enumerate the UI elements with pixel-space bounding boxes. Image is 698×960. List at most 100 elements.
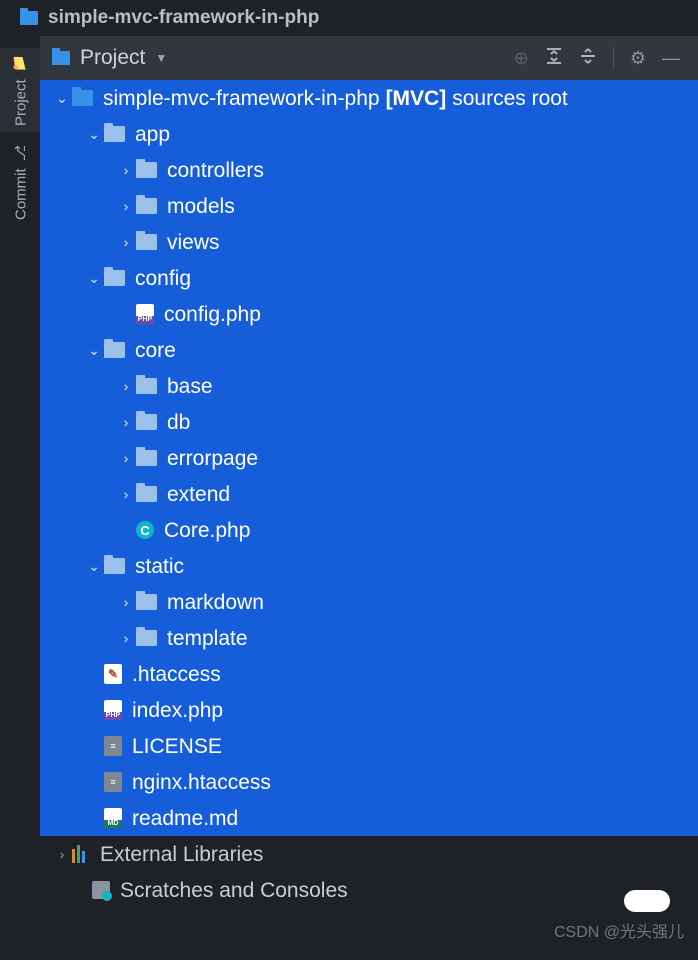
tree-label: config: [135, 268, 191, 289]
project-title: simple-mvc-framework-in-php: [48, 7, 319, 29]
chevron-down-icon[interactable]: ⌄: [84, 127, 104, 141]
tree-row[interactable]: ⌄ static: [40, 548, 698, 584]
tree-row[interactable]: ⌄core: [40, 332, 698, 368]
markdown-file-icon: [104, 808, 122, 828]
tree-label: LICENSE: [132, 736, 222, 757]
tree-label: app: [135, 124, 170, 145]
chevron-down-icon[interactable]: ⌄: [84, 343, 104, 357]
tree-row[interactable]: ✎.htaccess: [40, 656, 698, 692]
project-toolbar: Project ▼ ⊕ ⚙ —: [40, 36, 698, 80]
tree-label: db: [167, 412, 190, 433]
tree-label: views: [167, 232, 220, 253]
chevron-right-icon[interactable]: ›: [116, 199, 136, 213]
folder-icon: 📁: [12, 55, 29, 71]
toolbar-right: ⊕ ⚙ —: [514, 47, 688, 70]
tree-row[interactable]: ⌄ app: [40, 116, 698, 152]
project-icon: [52, 51, 70, 65]
titlebar: simple-mvc-framework-in-php: [0, 0, 698, 36]
toolbar-title: Project: [80, 46, 145, 70]
tree-row[interactable]: ≡nginx.htaccess: [40, 764, 698, 800]
chevron-down-icon[interactable]: ⌄: [84, 559, 104, 573]
tree-label: base: [167, 376, 213, 397]
tree-label: simple-mvc-framework-in-php: [103, 88, 380, 109]
tree-row[interactable]: › base: [40, 368, 698, 404]
folder-icon: [104, 270, 125, 286]
watermark: CSDN @光头强儿: [554, 918, 684, 942]
chevron-right-icon[interactable]: ›: [116, 235, 136, 249]
tree-label: static: [135, 556, 184, 577]
chevron-right-icon[interactable]: ›: [116, 451, 136, 465]
tree-row[interactable]: ⌄ simple-mvc-framework-in-php [MVC] sourc…: [40, 80, 698, 116]
chevron-down-icon[interactable]: ⌄: [52, 91, 72, 105]
expand-all-icon[interactable]: [545, 47, 563, 70]
chevron-right-icon[interactable]: ›: [116, 487, 136, 501]
tree-row[interactable]: › External Libraries: [40, 836, 698, 872]
tree-row[interactable]: ›models: [40, 188, 698, 224]
sidebar-tab-label: Commit: [13, 168, 30, 220]
text-file-icon: ≡: [104, 772, 122, 792]
folder-icon: [104, 126, 125, 142]
tree-label: controllers: [167, 160, 264, 181]
sidebar-tab-project[interactable]: Project 📁: [0, 48, 40, 132]
tree-row[interactable]: ⌄ config: [40, 260, 698, 296]
tree-row[interactable]: readme.md: [40, 800, 698, 836]
gear-icon[interactable]: ⚙: [630, 48, 646, 69]
tree-row[interactable]: › errorpage: [40, 440, 698, 476]
project-tree[interactable]: ⌄ simple-mvc-framework-in-php [MVC] sourc…: [40, 80, 698, 960]
folder-icon: [136, 486, 157, 502]
tree-row[interactable]: Scratches and Consoles: [40, 872, 698, 908]
folder-icon: [136, 414, 157, 430]
tree-label: index.php: [132, 700, 223, 721]
tree-label: Scratches and Consoles: [120, 880, 348, 901]
chevron-right-icon[interactable]: ›: [116, 163, 136, 177]
chevron-right-icon[interactable]: ›: [116, 415, 136, 429]
sidebar-tab-label: Project: [13, 79, 30, 126]
folder-icon: [104, 558, 125, 574]
tree-row[interactable]: › db: [40, 404, 698, 440]
module-tag: [MVC]: [386, 88, 447, 109]
main: Project 📁 Commit ⎇ Project ▼ ⊕: [0, 36, 698, 960]
tree-row[interactable]: › views: [40, 224, 698, 260]
folder-icon: [136, 594, 157, 610]
tree-row[interactable]: CCore.php: [40, 512, 698, 548]
chevron-down-icon[interactable]: ▼: [155, 51, 167, 65]
chevron-right-icon[interactable]: ›: [116, 631, 136, 645]
htaccess-file-icon: ✎: [104, 664, 122, 684]
folder-icon: [72, 90, 93, 106]
sidebar-tab-commit[interactable]: Commit ⎇: [0, 132, 40, 232]
folder-icon: [104, 342, 125, 358]
tree-label: markdown: [167, 592, 264, 613]
chevron-right-icon[interactable]: ›: [116, 379, 136, 393]
separator: [613, 47, 614, 69]
tree-label: readme.md: [132, 808, 238, 829]
tool-sidebar: Project 📁 Commit ⎇: [0, 36, 40, 960]
tree-row[interactable]: › controllers: [40, 152, 698, 188]
chevron-right-icon[interactable]: ›: [116, 595, 136, 609]
tree-row[interactable]: › template: [40, 620, 698, 656]
tree-label: External Libraries: [100, 844, 263, 865]
tree-row[interactable]: ≡ LICENSE: [40, 728, 698, 764]
hide-icon[interactable]: —: [662, 48, 680, 69]
chevron-down-icon[interactable]: ⌄: [84, 271, 104, 285]
tree-row[interactable]: › extend: [40, 476, 698, 512]
tree-row[interactable]: config.php: [40, 296, 698, 332]
folder-icon: [136, 234, 157, 250]
tree-label: extend: [167, 484, 230, 505]
tree-label: Core.php: [164, 520, 250, 541]
toolbar-left[interactable]: Project ▼: [50, 46, 167, 70]
collapse-all-icon[interactable]: [579, 47, 597, 70]
tree-label: errorpage: [167, 448, 258, 469]
folder-icon: [136, 630, 157, 646]
commit-icon: ⎇: [13, 144, 29, 160]
tree-label: template: [167, 628, 248, 649]
root-suffix: sources root: [452, 88, 568, 109]
tree-row[interactable]: › markdown: [40, 584, 698, 620]
target-icon[interactable]: ⊕: [514, 48, 529, 69]
folder-icon: [20, 11, 38, 25]
php-file-icon: [136, 304, 154, 324]
text-file-icon: ≡: [104, 736, 122, 756]
tree-label: config.php: [164, 304, 261, 325]
tree-row[interactable]: index.php: [40, 692, 698, 728]
chevron-right-icon[interactable]: ›: [52, 847, 72, 861]
overlay-pill: [624, 890, 670, 912]
